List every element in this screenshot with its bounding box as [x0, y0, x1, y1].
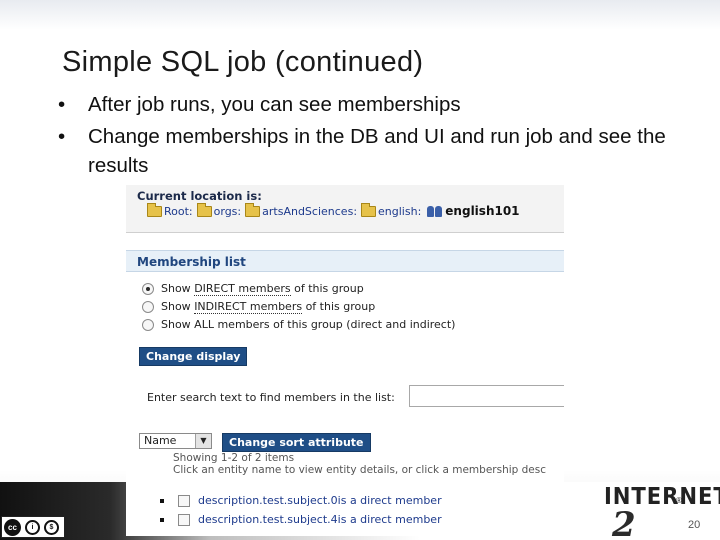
showing-items-text: Showing 1-2 of 2 items: [173, 452, 295, 464]
folder-icon: [147, 202, 162, 217]
folder-icon: [196, 202, 212, 217]
change-sort-attribute-button[interactable]: Change sort attribute: [222, 433, 371, 452]
breadcrumb-item-root[interactable]: Root:: [147, 202, 193, 218]
current-location-title: Current location is:: [137, 189, 262, 203]
member-name-link[interactable]: description.test.subject.0: [198, 494, 338, 507]
radio-label-suffix: of this group: [302, 300, 376, 313]
creative-commons-badge: cc i $: [1, 516, 65, 538]
breadcrumb-item-artsandsciences[interactable]: artsAndSciences:: [245, 202, 358, 218]
breadcrumb-separator: :: [237, 204, 242, 218]
grouper-screenshot: Current location is: Root: orgs: artsAnd…: [126, 185, 564, 536]
list-item: description.test.subject.0 is a direct m…: [160, 494, 442, 507]
radio-all-members[interactable]: Show ALL members of this group (direct a…: [142, 318, 455, 331]
radio-label: Show DIRECT members of this group: [161, 282, 364, 296]
group-icon: [427, 205, 443, 217]
breadcrumb: Root: orgs: artsAndSciences: english: en…: [147, 202, 524, 218]
radio-label: Show ALL members of this group (direct a…: [161, 318, 456, 331]
member-name-link[interactable]: description.test.subject.4: [198, 513, 338, 526]
member-checkbox[interactable]: [178, 513, 190, 526]
breadcrumb-item-english[interactable]: english:: [361, 202, 422, 218]
radio-label-prefix: Show: [161, 282, 195, 295]
radio-indirect-members[interactable]: Show INDIRECT members of this group: [142, 300, 376, 314]
member-checkbox[interactable]: [178, 494, 190, 507]
breadcrumb-separator: :: [188, 204, 193, 218]
registered-mark: ®: [676, 496, 682, 505]
radio-label-emphasis: DIRECT members: [194, 282, 291, 296]
folder-icon: [245, 202, 261, 217]
folder-icon: [361, 202, 377, 217]
member-status-text[interactable]: is a direct member: [338, 513, 442, 526]
sort-selected-value: Name: [144, 434, 177, 447]
membership-list-header: Membership list: [126, 250, 564, 272]
breadcrumb-label[interactable]: orgs: [214, 205, 238, 218]
slide-title: Simple SQL job (continued): [62, 46, 424, 78]
radio-label-emphasis: INDIRECT members: [194, 300, 303, 314]
page-number: 20: [688, 519, 701, 531]
membership-list-title: Membership list: [137, 255, 246, 269]
radio-button[interactable]: [142, 318, 154, 331]
search-input[interactable]: [409, 385, 564, 407]
breadcrumb-current-group: english101: [425, 204, 520, 218]
search-label: Enter search text to find members in the…: [147, 391, 395, 404]
radio-button[interactable]: [142, 282, 154, 295]
sort-attribute-select[interactable]: Name ▼: [139, 433, 212, 449]
radio-label-prefix: Show: [161, 300, 195, 313]
internet2-logo-number: 2: [612, 505, 636, 540]
list-item: description.test.subject.4 is a direct m…: [160, 513, 442, 526]
member-status-text[interactable]: is a direct member: [338, 494, 442, 507]
list-bullet: [160, 517, 164, 522]
cc-icon: cc: [4, 518, 21, 536]
breadcrumb-item-orgs[interactable]: orgs:: [196, 202, 242, 218]
radio-label-suffix: of this group: [290, 282, 364, 295]
breadcrumb-label[interactable]: Root: [164, 205, 189, 218]
hint-text: Click an entity name to view entity deta…: [173, 464, 547, 476]
breadcrumb-label[interactable]: artsAndSciences: [262, 205, 353, 218]
breadcrumb-label[interactable]: english: [378, 205, 418, 218]
nc-icon: $: [44, 519, 59, 535]
change-display-button[interactable]: Change display: [139, 347, 248, 366]
breadcrumb-separator: :: [417, 204, 422, 218]
by-icon: i: [25, 519, 40, 535]
breadcrumb-separator: :: [353, 204, 358, 218]
list-bullet: [160, 498, 164, 503]
radio-label: Show INDIRECT members of this group: [161, 300, 376, 314]
current-location-box: Current location is: Root: orgs: artsAnd…: [126, 185, 564, 233]
bullet-list: After job runs, you can see memberships …: [58, 90, 698, 183]
radio-button[interactable]: [142, 300, 154, 313]
current-group-name: english101: [445, 204, 520, 218]
chevron-down-icon[interactable]: ▼: [195, 434, 211, 448]
radio-direct-members[interactable]: Show DIRECT members of this group: [142, 282, 364, 296]
bullet-item: Change memberships in the DB and UI and …: [58, 122, 698, 180]
bullet-item: After job runs, you can see memberships: [58, 90, 698, 119]
